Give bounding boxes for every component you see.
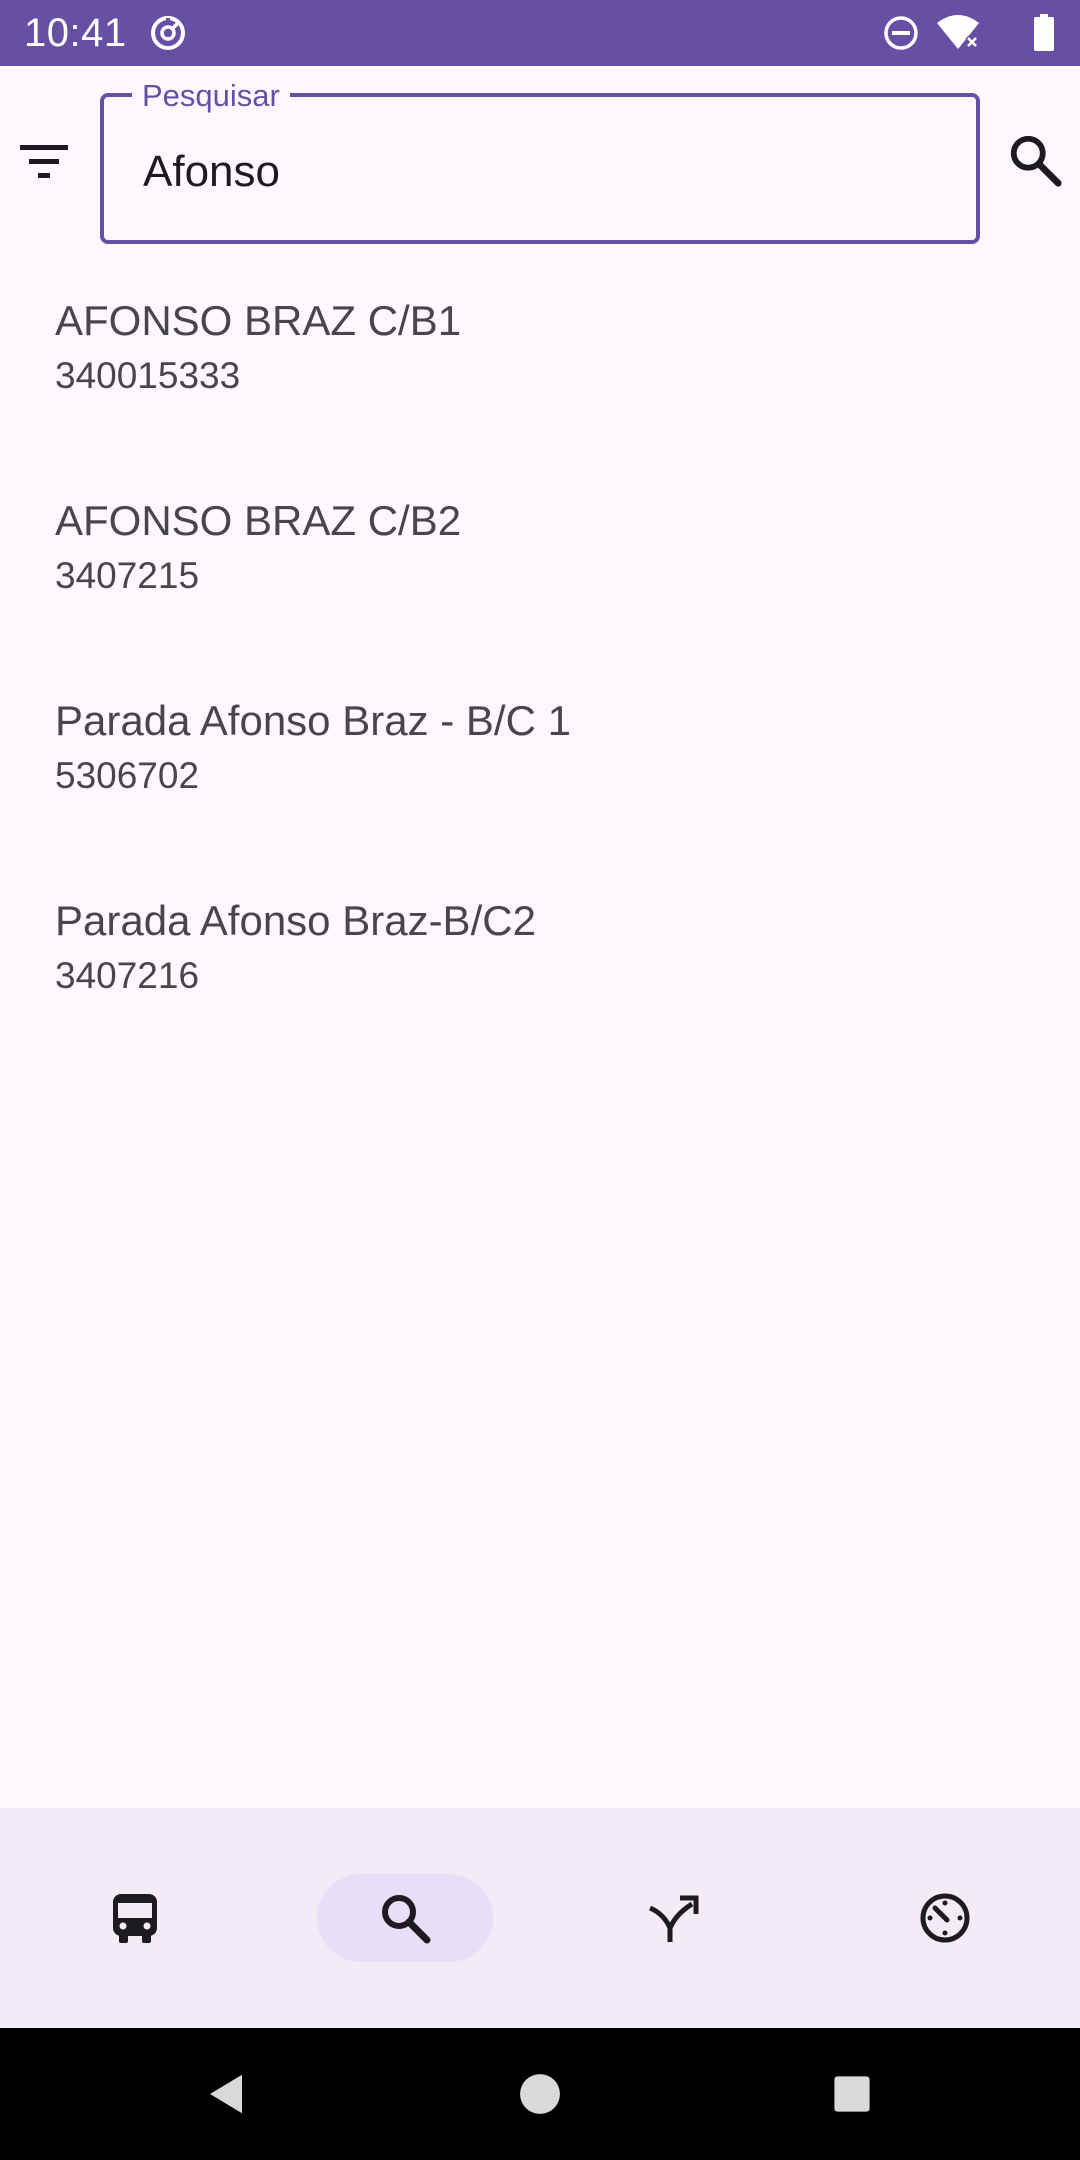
system-navigation-bar — [0, 2028, 1080, 2160]
bottom-navigation — [0, 1808, 1080, 2028]
nav-item-lines[interactable] — [47, 1874, 223, 1962]
wifi-icon — [935, 13, 981, 53]
list-item[interactable]: Parada Afonso Braz - B/C 1 5306702 — [0, 680, 1080, 880]
back-button[interactable] — [196, 2064, 256, 2124]
recents-icon — [834, 2076, 870, 2112]
home-button[interactable] — [510, 2064, 570, 2124]
nav-item-routes[interactable] — [586, 1874, 762, 1962]
status-time: 10:41 — [24, 11, 127, 55]
stop-code: 3407216 — [55, 955, 200, 996]
stop-name: AFONSO BRAZ C/B2 — [55, 497, 462, 544]
results-list: AFONSO BRAZ C/B1 340015333 AFONSO BRAZ C… — [0, 280, 1080, 1080]
stop-code: 3407215 — [55, 555, 200, 596]
do-not-disturb-icon — [881, 13, 921, 53]
stop-code: 5306702 — [55, 755, 200, 796]
list-item[interactable]: AFONSO BRAZ C/B2 3407215 — [0, 480, 1080, 680]
nav-item-timer[interactable] — [857, 1874, 1033, 1962]
stop-name: Parada Afonso Braz-B/C2 — [55, 897, 536, 944]
back-icon — [210, 2074, 242, 2114]
home-icon — [520, 2074, 560, 2114]
bus-icon — [113, 1894, 157, 1943]
filter-icon — [20, 145, 68, 178]
filter-button[interactable] — [14, 133, 74, 189]
stop-code: 340015333 — [55, 355, 241, 396]
list-item[interactable]: Parada Afonso Braz-B/C2 3407216 — [0, 880, 1080, 1080]
nav-item-search[interactable] — [317, 1874, 493, 1962]
search-icon — [1010, 135, 1062, 187]
data-saver-icon — [148, 13, 188, 53]
search-label: Pesquisar — [132, 78, 290, 114]
search-input[interactable] — [143, 148, 943, 196]
app-screen: 10:41 Pesquisar AFONSO B — [0, 0, 1080, 2160]
recents-button[interactable] — [822, 2064, 882, 2124]
battery-icon — [1032, 13, 1056, 53]
search-icon — [382, 1895, 431, 1944]
search-button[interactable] — [1005, 130, 1065, 190]
status-bar: 10:41 — [0, 0, 1080, 66]
route-merge-icon — [648, 1895, 699, 1942]
stop-name: Parada Afonso Braz - B/C 1 — [55, 697, 571, 744]
timer-icon — [920, 1893, 970, 1943]
stop-name: AFONSO BRAZ C/B1 — [55, 297, 462, 344]
list-item[interactable]: AFONSO BRAZ C/B1 340015333 — [0, 280, 1080, 480]
